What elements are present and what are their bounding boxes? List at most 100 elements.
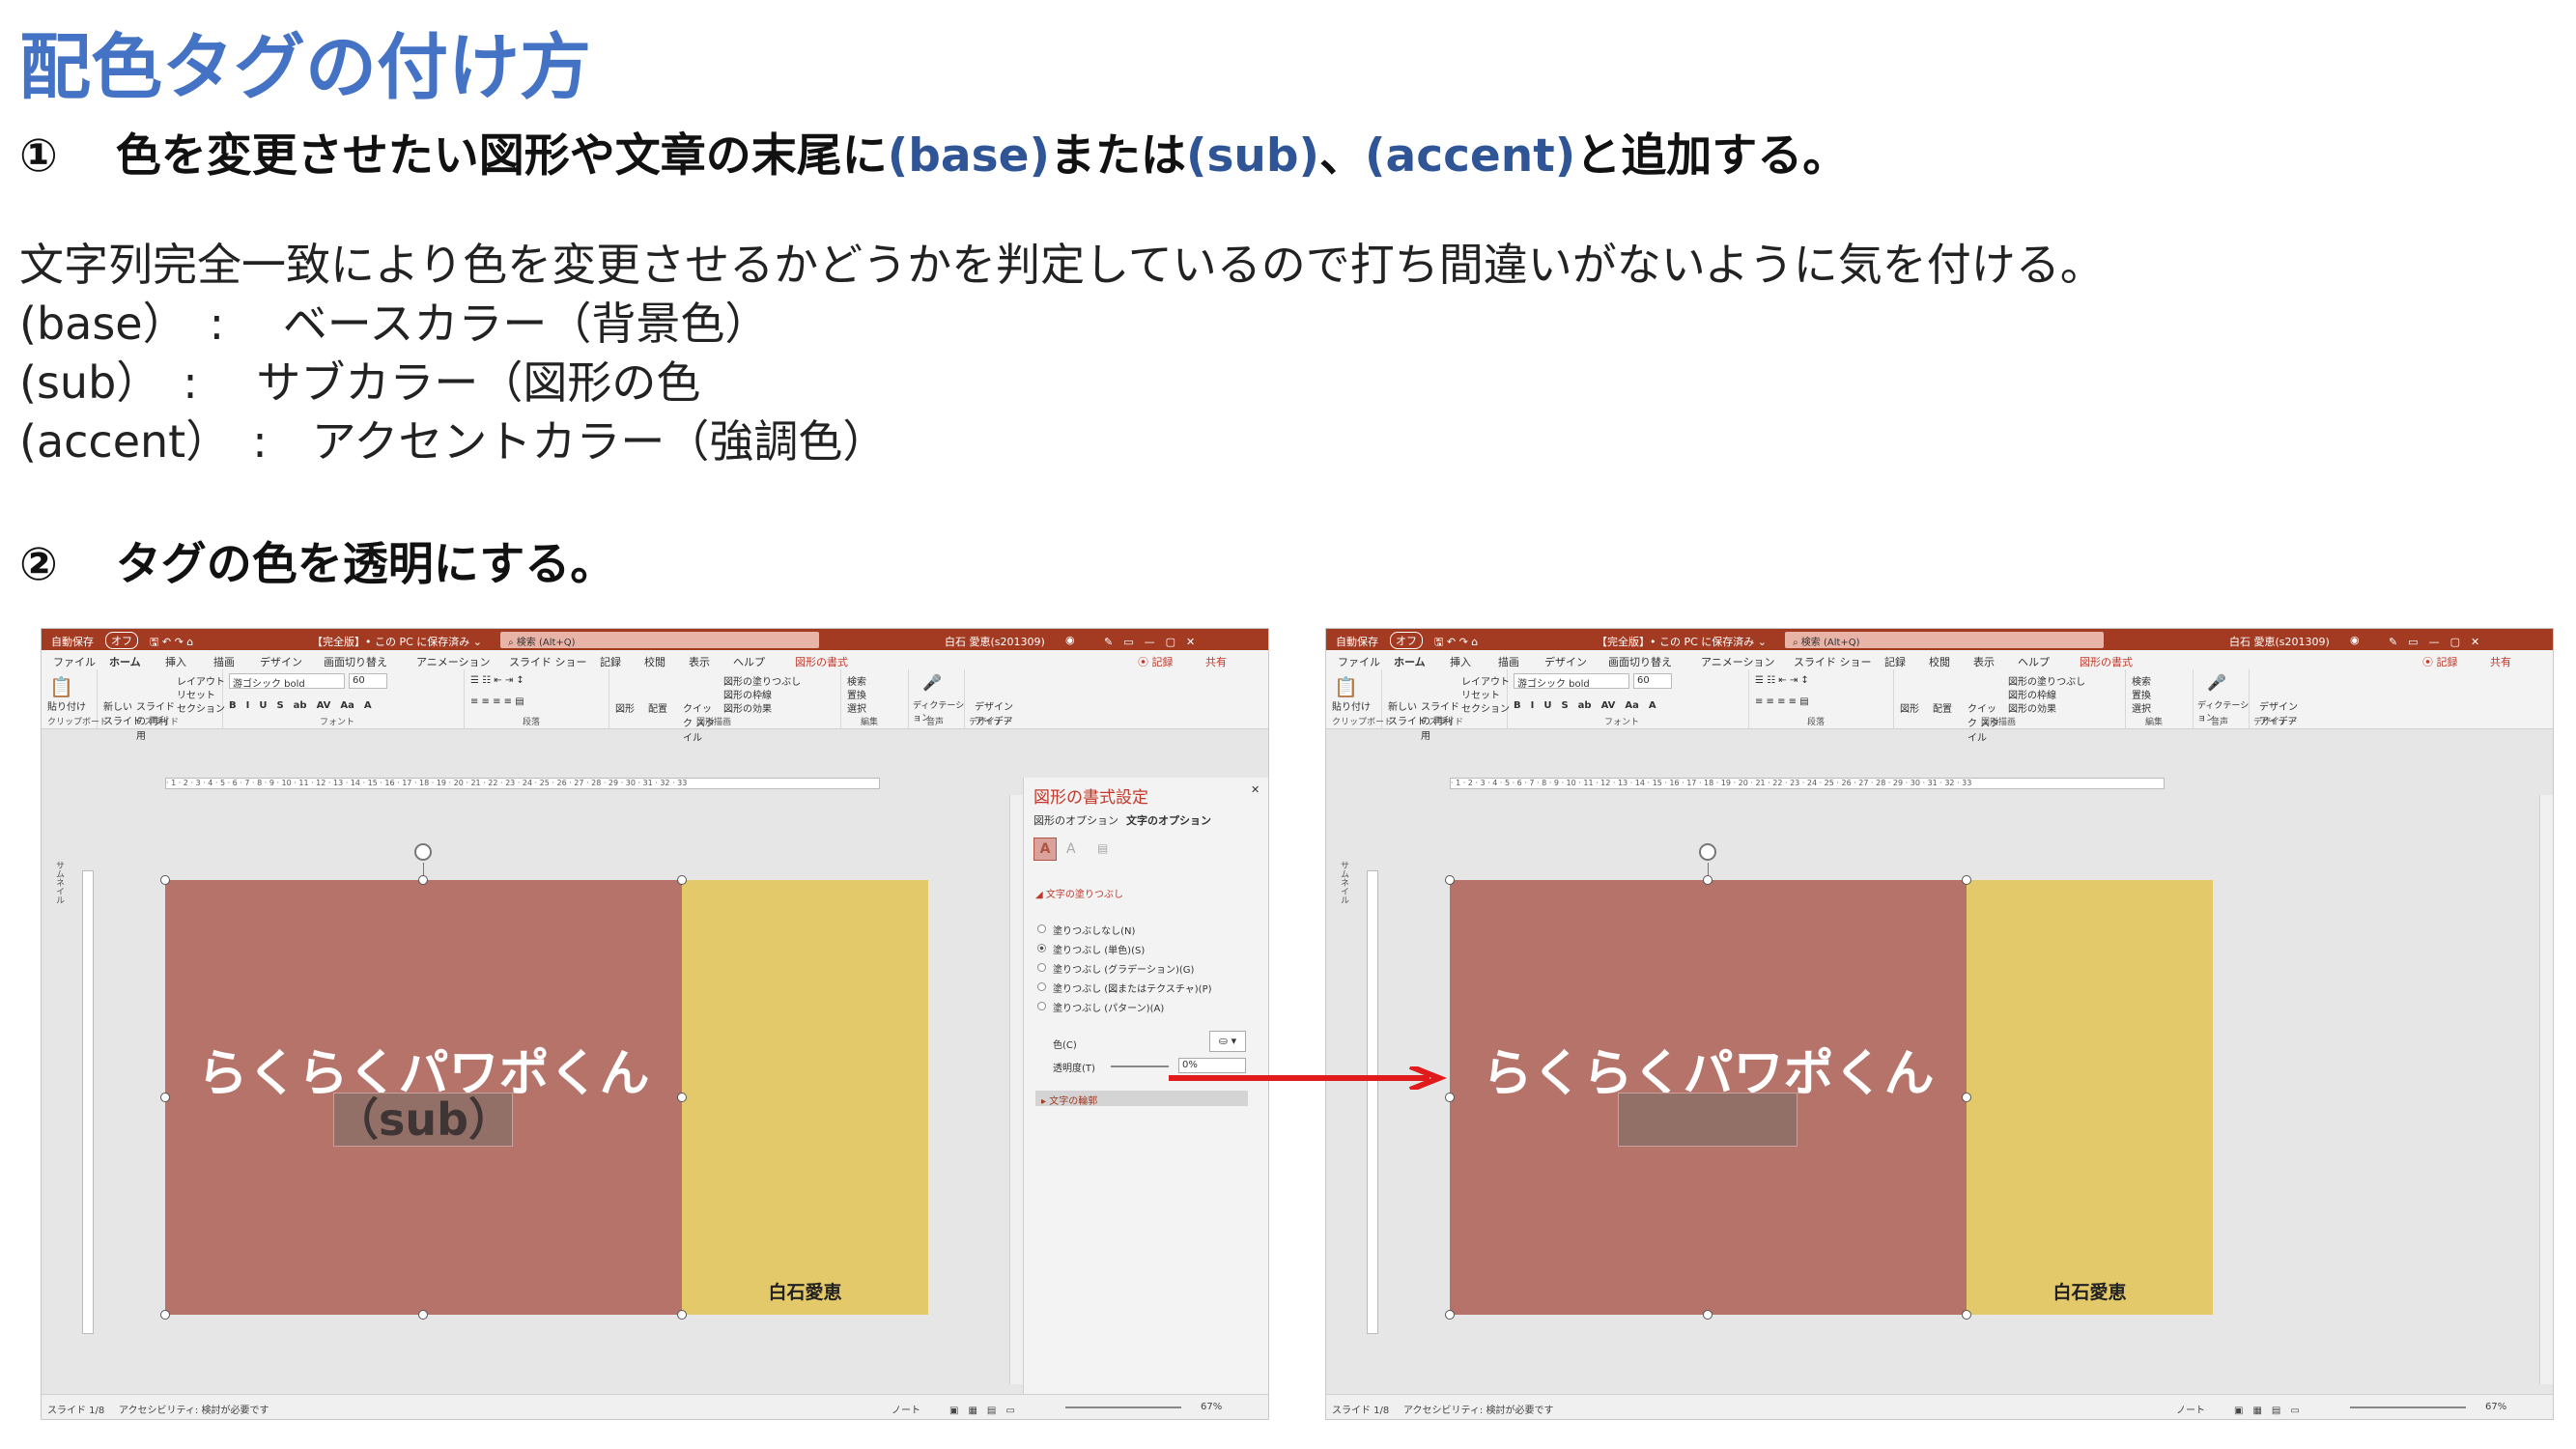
transparency-slider[interactable] — [1111, 1065, 1169, 1067]
share-button[interactable]: 共有 — [2490, 654, 2511, 669]
menu-review[interactable]: 校閲 — [644, 654, 665, 669]
find-button[interactable]: 検索 — [847, 673, 866, 688]
paste-icon[interactable]: 📋 — [49, 675, 73, 698]
align-icons[interactable]: ≡ ≡ ≡ ≡ ▤ — [1755, 696, 1809, 707]
view-buttons[interactable]: ▣ ▦ ▤ ▭ — [2234, 1402, 2300, 1416]
vertical-scrollbar[interactable] — [2539, 795, 2553, 1384]
menu-design[interactable]: デザイン — [1544, 654, 1587, 669]
radio-solid-fill[interactable] — [1037, 944, 1046, 952]
main-shape[interactable]: らくらくパワポくん — [1450, 880, 1967, 1315]
resize-handle[interactable] — [677, 1093, 687, 1102]
font-style-buttons[interactable]: B I U S ab AV Aa A — [229, 696, 372, 711]
thumbnail-label[interactable]: サムネイル — [1338, 861, 1350, 904]
resize-handle[interactable] — [160, 1093, 170, 1102]
reset-button[interactable]: リセット — [1461, 687, 1500, 701]
zoom-slider[interactable] — [2350, 1406, 2466, 1408]
resize-handle[interactable] — [1703, 875, 1713, 885]
select-button[interactable]: 選択 — [2132, 700, 2151, 715]
menu-shape-format[interactable]: 図形の書式 — [795, 654, 848, 669]
notes-button[interactable]: ノート — [892, 1402, 920, 1416]
main-shape[interactable]: らくらくパワポくん （sub） — [165, 880, 682, 1315]
shape-outline-button[interactable]: 図形の枠線 — [723, 687, 772, 701]
rotate-handle-icon[interactable] — [414, 843, 432, 861]
zoom-level[interactable]: 67% — [1201, 1402, 1222, 1412]
text-fill-section[interactable]: ◢ 文字の塗りつぶし — [1035, 886, 1123, 900]
vertical-ruler[interactable] — [1367, 870, 1378, 1334]
author-text[interactable]: 白石愛恵 — [1967, 1278, 2213, 1304]
section-button[interactable]: セクション — [177, 700, 225, 715]
menu-help[interactable]: ヘルプ — [733, 654, 765, 669]
vertical-ruler[interactable] — [82, 870, 94, 1334]
accessibility-status[interactable]: アクセシビリティ: 検討が必要です — [1403, 1402, 1553, 1416]
paste-icon[interactable]: 📋 — [1334, 675, 1358, 698]
resize-handle[interactable] — [418, 1310, 428, 1320]
menu-help[interactable]: ヘルプ — [2018, 654, 2050, 669]
font-family-select[interactable]: 游ゴシック bold — [1514, 673, 1629, 690]
resize-handle[interactable] — [1962, 1310, 1971, 1320]
share-button[interactable]: 共有 — [1205, 654, 1227, 669]
rotate-handle-icon[interactable] — [1699, 843, 1716, 861]
select-button[interactable]: 選択 — [847, 700, 866, 715]
menu-file[interactable]: ファイル — [1338, 654, 1380, 669]
paste-label[interactable]: 貼り付け — [1332, 698, 1371, 713]
menu-view[interactable]: 表示 — [1973, 654, 1995, 669]
menu-design[interactable]: デザイン — [260, 654, 302, 669]
layout-button[interactable]: レイアウト — [177, 673, 225, 688]
shape-outline-button[interactable]: 図形の枠線 — [2008, 687, 2056, 701]
menu-draw[interactable]: 描画 — [1498, 654, 1519, 669]
view-buttons[interactable]: ▣ ▦ ▤ ▭ — [949, 1402, 1015, 1416]
shape-effect-button[interactable]: 図形の効果 — [723, 700, 772, 715]
resize-handle[interactable] — [677, 875, 687, 885]
resize-handle[interactable] — [1445, 1093, 1455, 1102]
accent-shape[interactable] — [1967, 880, 2213, 1315]
accent-shape[interactable] — [682, 880, 928, 1315]
menu-insert[interactable]: 挿入 — [1450, 654, 1471, 669]
menu-transitions[interactable]: 画面切り替え — [324, 654, 387, 669]
accessibility-status[interactable]: アクセシビリティ: 検討が必要です — [119, 1402, 269, 1416]
tab-shape-options[interactable]: 図形のオプション — [1033, 812, 1118, 828]
shape-fill-button[interactable]: 図形の塗りつぶし — [723, 673, 801, 688]
menu-view[interactable]: 表示 — [689, 654, 710, 669]
menu-insert[interactable]: 挿入 — [165, 654, 186, 669]
layout-button[interactable]: レイアウト — [1461, 673, 1510, 688]
resize-handle[interactable] — [1703, 1310, 1713, 1320]
menu-transitions[interactable]: 画面切り替え — [1608, 654, 1672, 669]
menu-record[interactable]: 記録 — [1884, 654, 1906, 669]
slide-canvas[interactable]: らくらくパワポくん （sub） 白石愛恵 — [160, 843, 928, 1320]
resize-handle[interactable] — [418, 875, 428, 885]
record-button[interactable]: ⦿ 記録 — [1138, 654, 1174, 669]
resize-handle[interactable] — [1445, 875, 1455, 885]
search-box[interactable]: ⌕ 検索 (Alt+Q) — [1785, 632, 2104, 648]
avatar[interactable]: ◉ — [2350, 634, 2360, 646]
text-effect-icon[interactable]: A — [1066, 841, 1076, 857]
menu-record[interactable]: 記録 — [600, 654, 621, 669]
horizontal-ruler[interactable]: · 1 · 2 · 3 · 4 · 5 · 6 · 7 · 8 · 9 · 10… — [1450, 778, 2165, 789]
horizontal-ruler[interactable]: · 1 · 2 · 3 · 4 · 5 · 6 · 7 · 8 · 9 · 10… — [165, 778, 880, 789]
resize-handle[interactable] — [1962, 1093, 1971, 1102]
arrange-button[interactable]: 配置 — [1933, 700, 1952, 715]
window-controls[interactable]: ✎ ▭ — ▢ ✕ — [1104, 634, 1195, 649]
autosave-toggle[interactable]: オフ — [1390, 632, 1423, 649]
microphone-icon[interactable]: 🎤 — [922, 673, 942, 692]
replace-button[interactable]: 置換 — [847, 687, 866, 701]
resize-handle[interactable] — [1962, 875, 1971, 885]
sub-tag-textbox[interactable]: （sub） — [333, 1093, 513, 1147]
zoom-slider[interactable] — [1065, 1406, 1181, 1408]
thumbnail-label[interactable]: サムネイル — [53, 861, 66, 904]
list-icons[interactable]: ☰ ☷ ⇤ ⇥ ↕ — [1755, 675, 1809, 686]
radio-picture-fill[interactable] — [1037, 982, 1046, 991]
font-size-select[interactable]: 60 — [349, 673, 387, 689]
radio-pattern-fill[interactable] — [1037, 1002, 1046, 1010]
text-outline-section[interactable]: ▸ 文字の輪郭 — [1035, 1091, 1248, 1107]
resize-handle[interactable] — [677, 1310, 687, 1320]
avatar[interactable]: ◉ — [1065, 634, 1075, 646]
document-title[interactable]: 【完全版】• この PC に保存済み ⌄ — [1597, 634, 1767, 649]
shape-fill-button[interactable]: 図形の塗りつぶし — [2008, 673, 2085, 688]
menu-shape-format[interactable]: 図形の書式 — [2080, 654, 2133, 669]
radio-gradient-fill[interactable] — [1037, 963, 1046, 972]
slide-counter[interactable]: スライド 1/8 — [47, 1402, 104, 1416]
shape-button[interactable]: 図形 — [1900, 700, 1919, 715]
reset-button[interactable]: リセット — [177, 687, 215, 701]
menu-review[interactable]: 校閲 — [1929, 654, 1950, 669]
find-button[interactable]: 検索 — [2132, 673, 2151, 688]
